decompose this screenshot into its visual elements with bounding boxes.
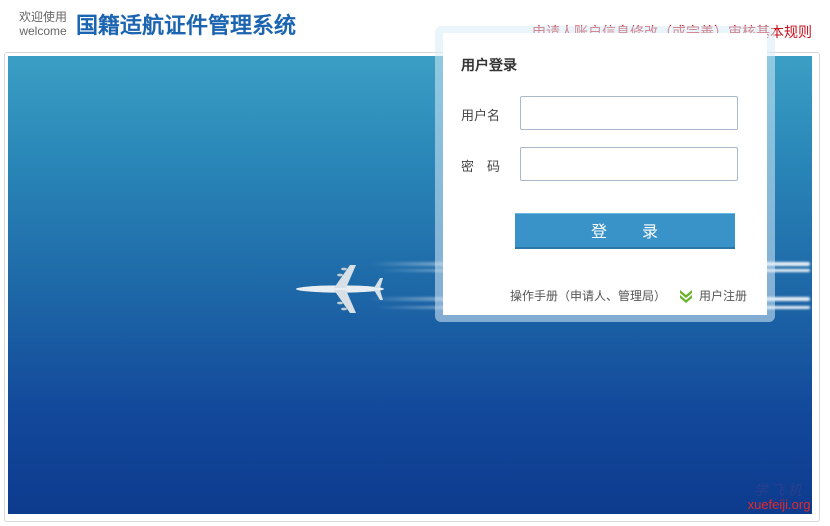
register-icon[interactable]	[679, 289, 693, 303]
register-link[interactable]: 用户注册	[699, 287, 747, 304]
password-label: 密 码	[461, 160, 501, 175]
user-manual-link[interactable]: 操作手册（申请人、管理局）	[510, 287, 666, 304]
username-input[interactable]	[520, 96, 738, 130]
password-input[interactable]	[520, 147, 738, 181]
watermark-url: xuefeiji.org	[747, 497, 811, 512]
site-watermark: 学飞机 xuefeiji.org	[738, 484, 820, 512]
username-label: 用户名	[461, 109, 501, 124]
system-title: 国籍适航证件管理系统	[76, 14, 297, 39]
login-button[interactable]: 登 录	[515, 213, 735, 249]
welcome-english: welcome	[19, 24, 67, 38]
login-title: 用户登录	[461, 58, 517, 74]
watermark-chinese: 学飞机	[753, 483, 805, 499]
welcome-text: 欢迎使用 welcome	[14, 10, 72, 38]
airplane-illustration	[296, 265, 384, 313]
welcome-chinese: 欢迎使用	[18, 10, 67, 24]
login-panel: 用户登录 用户名 密 码 登 录 操作手册（申请人、管理局） 用户注册	[443, 33, 767, 315]
